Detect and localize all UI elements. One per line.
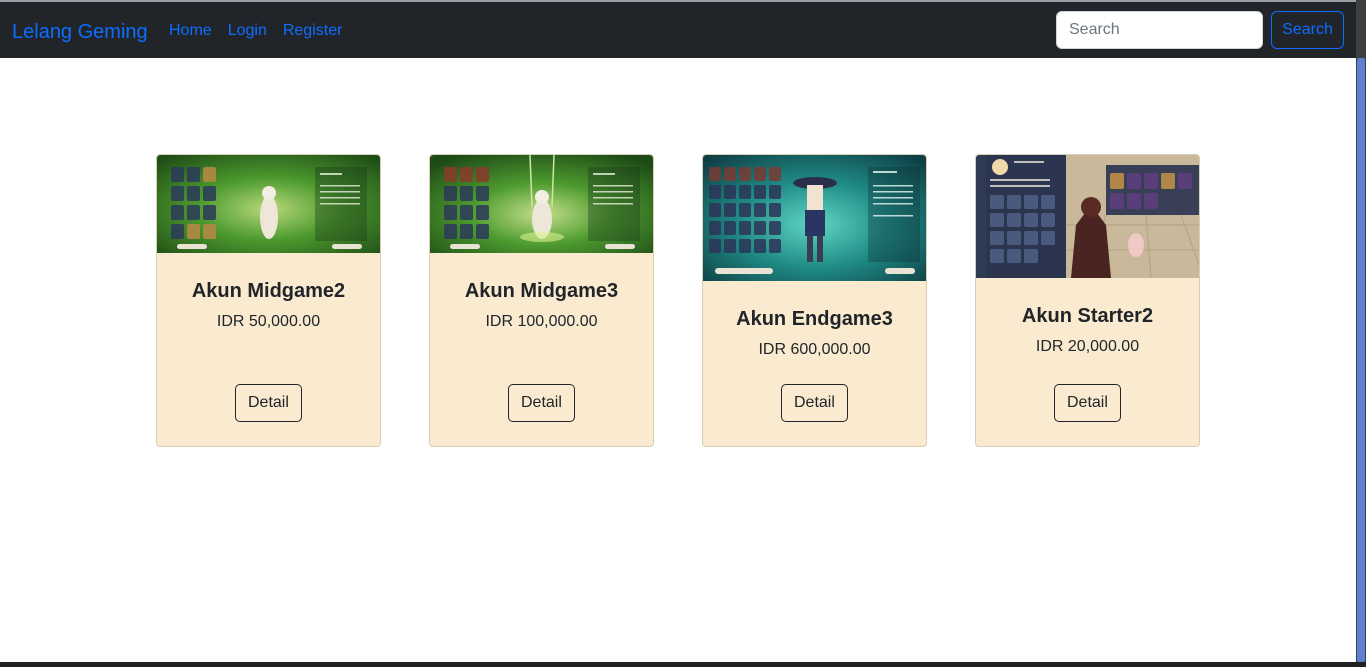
nav-link-login[interactable]: Login [228,21,267,41]
detail-button[interactable]: Detail [508,384,575,422]
product-card-endgame3: Akun Endgame3 IDR 600,000.00 Detail [702,154,927,447]
navbar: Lelang Geming Home Login Register Search [0,2,1356,58]
product-title: Akun Midgame2 [191,280,346,302]
nav-link-home[interactable]: Home [169,21,212,41]
product-price: IDR 600,000.00 [758,341,871,358]
brand-link[interactable]: Lelang Geming [12,20,148,44]
product-title: Akun Midgame3 [464,280,619,302]
product-price: IDR 50,000.00 [216,313,321,330]
product-image [430,155,653,253]
product-title: Akun Starter2 [1021,305,1154,327]
detail-button[interactable]: Detail [1054,384,1121,422]
product-image [976,155,1199,278]
product-price: IDR 20,000.00 [1035,338,1140,355]
window-bottom-edge [0,662,1366,667]
product-price: IDR 100,000.00 [485,313,598,330]
product-image [703,155,926,281]
detail-button[interactable]: Detail [235,384,302,422]
product-card-midgame2: Akun Midgame2 IDR 50,000.00 Detail [156,154,381,447]
product-card-starter2: Akun Starter2 IDR 20,000.00 Detail [975,154,1200,447]
scrollbar-thumb[interactable] [1357,58,1365,662]
product-card-midgame3: Akun Midgame3 IDR 100,000.00 Detail [429,154,654,447]
search-input[interactable] [1056,11,1263,49]
detail-button[interactable]: Detail [781,384,848,422]
nav-links: Home Login Register [169,21,342,41]
product-title: Akun Endgame3 [736,308,893,330]
search-button[interactable]: Search [1271,11,1344,49]
nav-link-register[interactable]: Register [283,21,343,41]
product-image [157,155,380,253]
